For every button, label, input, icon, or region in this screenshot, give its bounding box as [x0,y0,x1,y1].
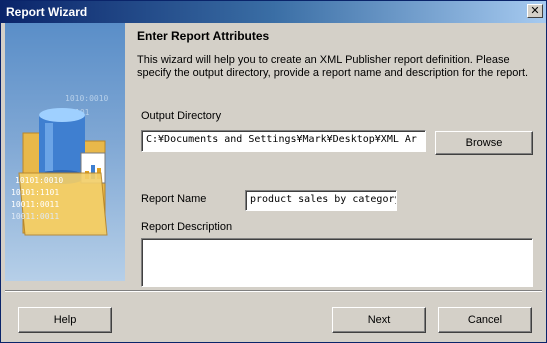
cancel-button[interactable]: Cancel [438,307,532,333]
output-directory-label: Output Directory [141,110,222,122]
footer-separator-highlight [5,291,542,292]
close-button[interactable]: ✕ [527,4,543,18]
binary-line-6: 10011:0011 [11,212,59,221]
database-folder-icon: 1010:0010 101 10101:0010 10101:1101 1001… [11,94,109,236]
close-icon: ✕ [530,4,540,17]
binary-line-4: 10101:1101 [11,188,59,197]
window-title: Report Wizard [6,5,88,19]
next-button[interactable]: Next [332,307,426,333]
wizard-content: Enter Report Attributes This wizard will… [131,23,543,287]
browse-button-label: Browse [465,137,503,149]
output-directory-field[interactable]: C:¥Documents and Settings¥Mark¥Desktop¥X… [141,130,426,152]
browse-button[interactable]: Browse [435,131,533,155]
report-description-field[interactable] [141,238,533,287]
report-name-label: Report Name [141,193,207,205]
cancel-button-label: Cancel [467,314,503,326]
report-description-label: Report Description [141,221,233,233]
page-heading: Enter Report Attributes [137,29,270,43]
report-wizard-window: Report Wizard ✕ 1010:0010 101 10101:0010 [0,0,547,343]
wizard-description: This wizard will help you to create an X… [137,54,529,79]
help-button-label: Help [53,314,77,326]
report-name-field[interactable]: product sales by category [245,190,397,211]
binary-line-5: 10011:0011 [11,200,59,209]
title-bar[interactable]: Report Wizard ✕ [1,1,546,23]
binary-line-3: 10101:0010 [15,176,63,185]
help-button[interactable]: Help [18,307,112,333]
wizard-side-panel: 1010:0010 101 10101:0010 10101:1101 1001… [5,23,125,281]
binary-line-1: 1010:0010 [65,94,109,103]
next-button-label: Next [367,314,391,326]
